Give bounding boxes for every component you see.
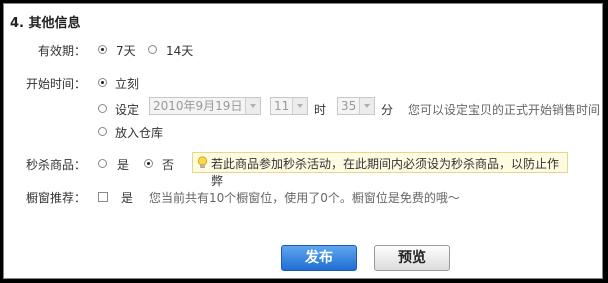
chevron-down-icon xyxy=(245,98,260,114)
showcase-checkbox[interactable] xyxy=(98,192,108,202)
section-title: 4. 其他信息 xyxy=(10,16,81,31)
preview-button[interactable]: 预览 xyxy=(374,245,450,271)
minute-select[interactable]: 35 xyxy=(337,97,375,115)
flash-sale-no-label[interactable]: 否 xyxy=(162,156,174,173)
flash-sale-label: 秒杀商品： xyxy=(25,158,86,172)
flash-sale-tip-text: 若此商品参加秒杀活动，在此期间内必须设为秒杀商品，以防止作弊 xyxy=(211,157,560,188)
start-immediate-radio[interactable] xyxy=(98,78,107,87)
chevron-down-icon xyxy=(292,98,307,114)
lightbulb-icon xyxy=(197,156,208,169)
minute-select-value: 35 xyxy=(341,99,357,113)
other-info-panel: 4. 其他信息 有效期： 7天 14天 开始时间： 立刻 设定 2010年9月1… xyxy=(3,3,603,279)
hour-unit: 时 xyxy=(314,103,327,117)
validity-14days-radio[interactable] xyxy=(148,45,157,54)
start-time-hint: 您可以设定宝贝的正式开始销售时间 xyxy=(408,103,601,117)
validity-7days-label[interactable]: 7天 xyxy=(116,42,136,59)
date-select-value: 2010年9月19日 xyxy=(153,99,243,113)
flash-sale-no-radio[interactable] xyxy=(144,159,153,168)
date-select[interactable]: 2010年9月19日 xyxy=(149,97,261,115)
start-scheduled-radio[interactable] xyxy=(98,104,107,113)
hour-select-value: 11 xyxy=(274,99,290,113)
warehouse-radio[interactable] xyxy=(98,127,107,136)
warehouse-label[interactable]: 放入仓库 xyxy=(115,124,163,141)
validity-14days-label[interactable]: 14天 xyxy=(166,42,193,59)
flash-sale-yes-radio[interactable] xyxy=(98,159,107,168)
flash-sale-yes-label[interactable]: 是 xyxy=(117,156,129,173)
validity-7days-radio[interactable] xyxy=(98,45,107,54)
flash-sale-tip: 若此商品参加秒杀活动，在此期间内必须设为秒杀商品，以防止作弊 xyxy=(192,152,568,188)
chevron-down-icon xyxy=(359,98,374,114)
showcase-label: 橱窗推荐： xyxy=(25,191,86,205)
start-scheduled-label[interactable]: 设定 xyxy=(115,101,139,118)
hour-select[interactable]: 11 xyxy=(270,97,308,115)
start-immediate-label[interactable]: 立刻 xyxy=(115,75,139,92)
validity-label: 有效期： xyxy=(37,44,86,58)
start-time-label: 开始时间： xyxy=(25,77,86,91)
showcase-checkbox-label[interactable]: 是 xyxy=(121,189,133,206)
publish-button[interactable]: 发布 xyxy=(281,245,357,271)
minute-unit: 分 xyxy=(381,103,394,117)
showcase-hint: 您当前共有10个橱窗位，使用了0个。橱窗位是免费的哦～ xyxy=(149,191,460,205)
